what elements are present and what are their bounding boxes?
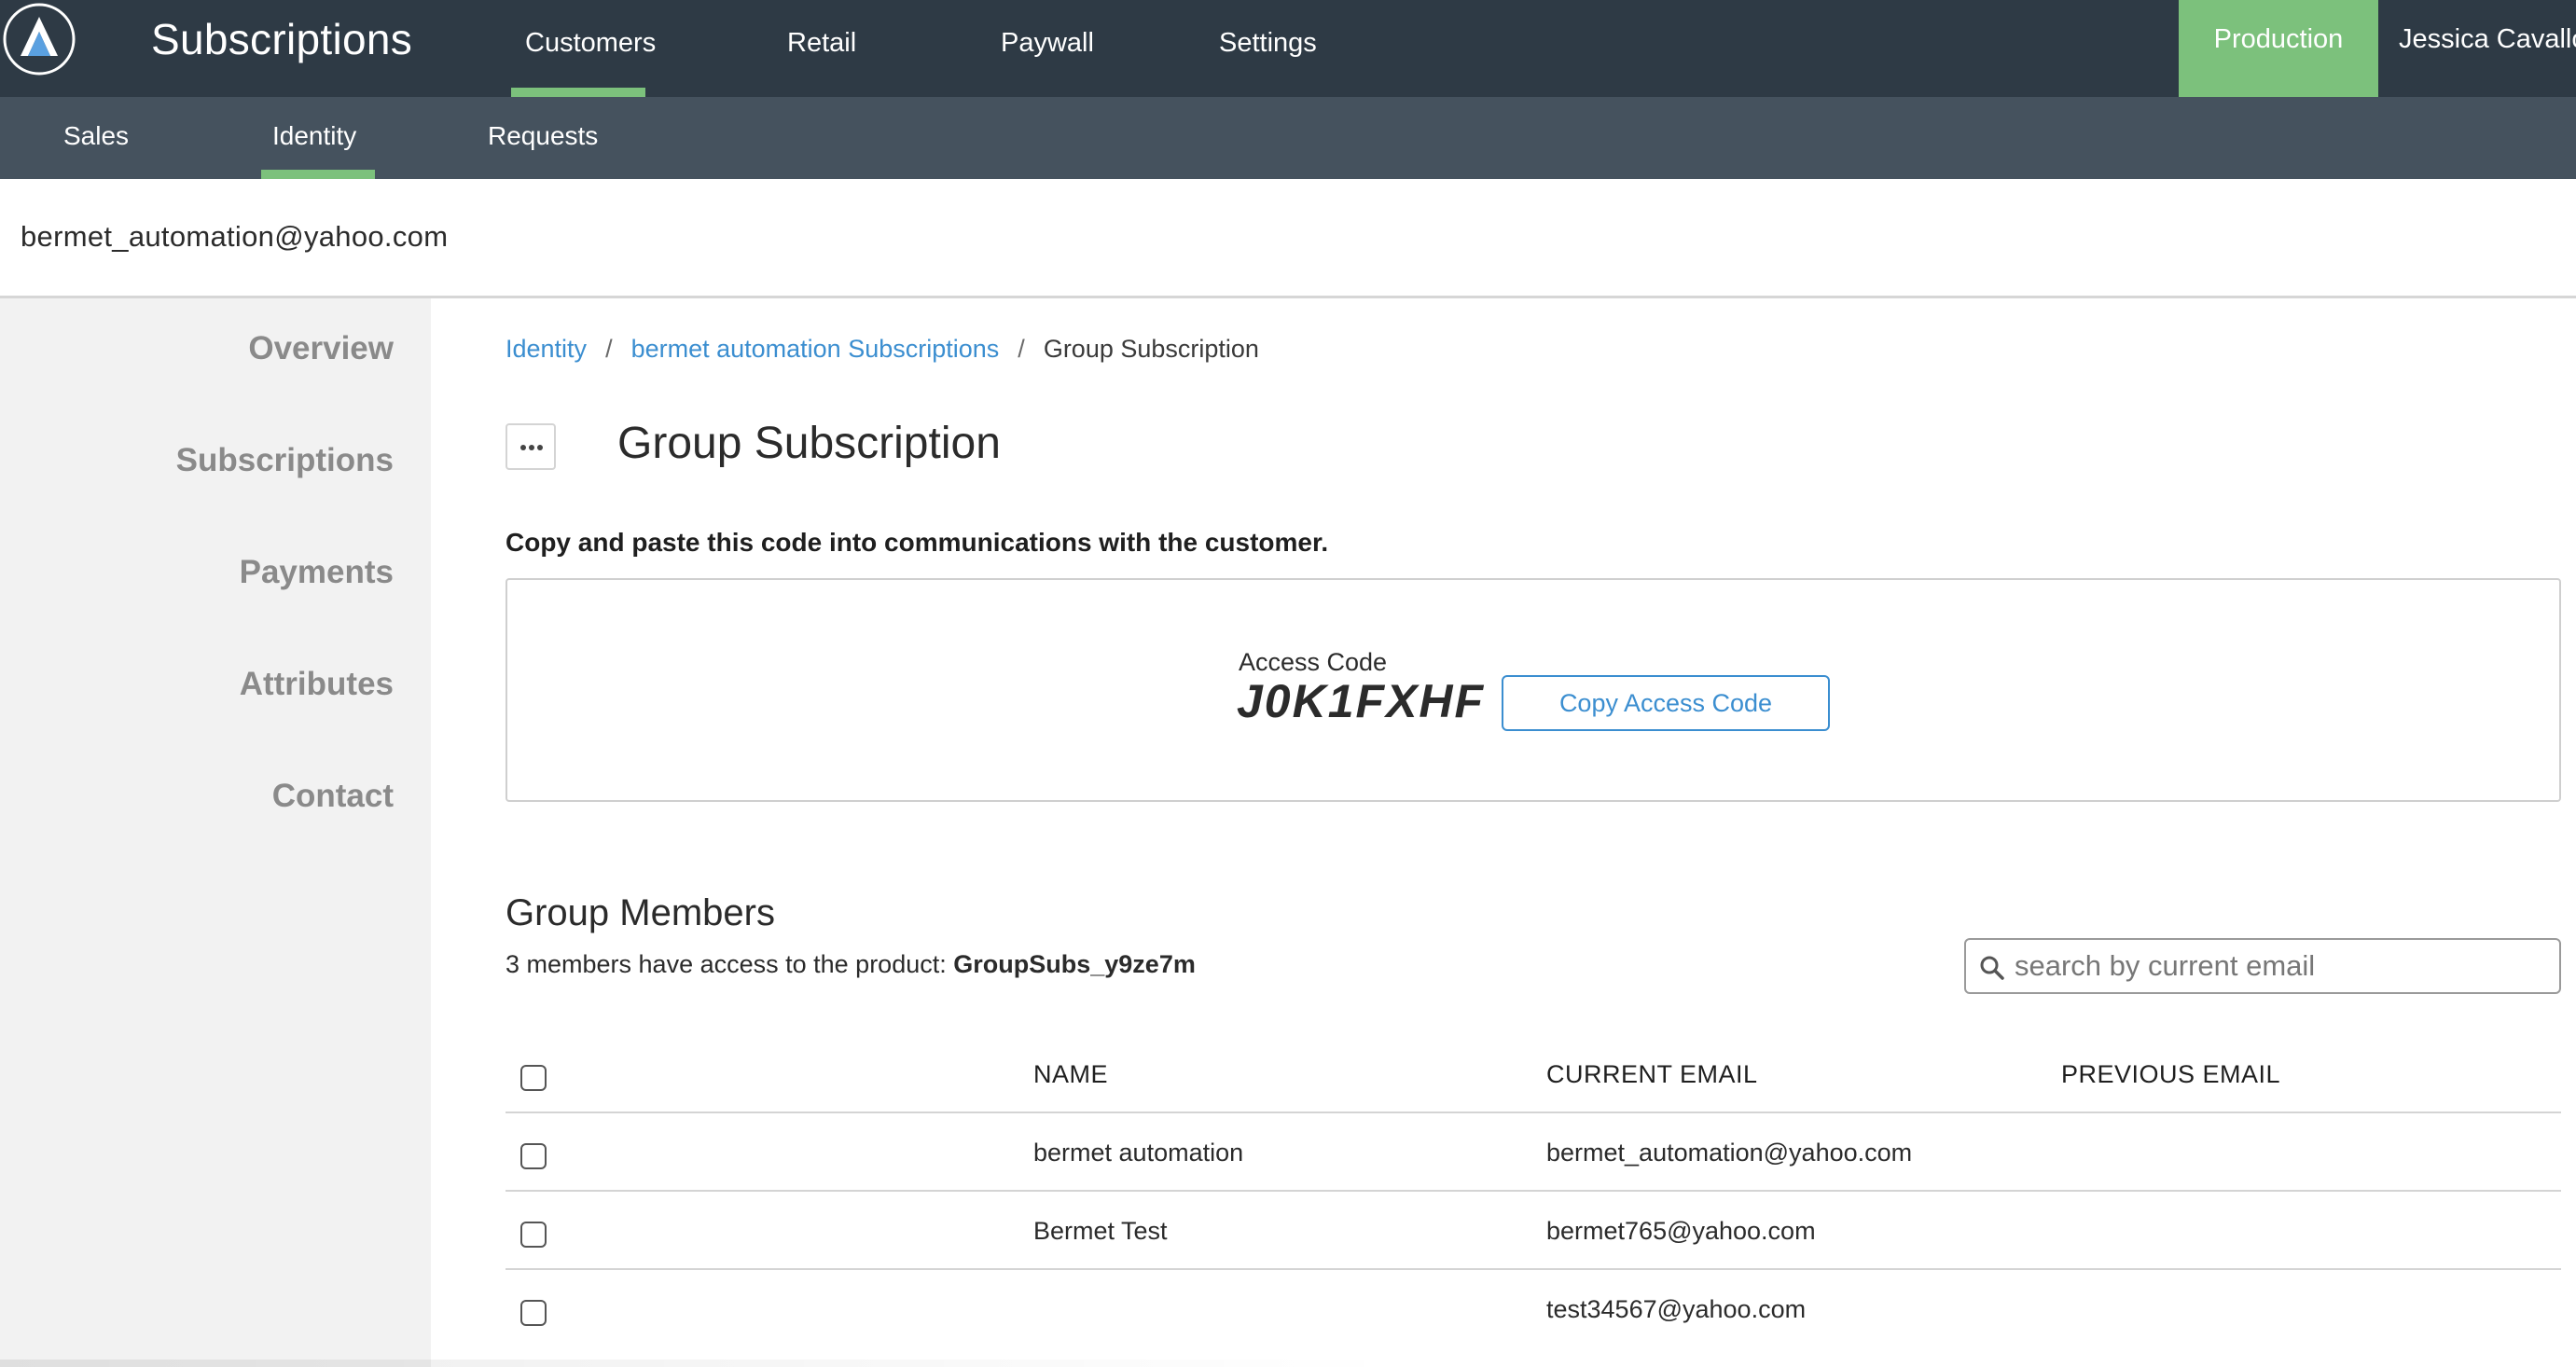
- column-header-current-email: CURRENT EMAIL: [1546, 1060, 1758, 1088]
- access-code-value: J0K1FXHF: [1237, 675, 1486, 727]
- table-row: Bermet Test bermet765@yahoo.com: [506, 1192, 2561, 1270]
- breadcrumb: Identity / bermet automation Subscriptions…: [506, 330, 1259, 367]
- table-row: bermet automation bermet_automation@yaho…: [506, 1113, 2561, 1192]
- row-checkbox[interactable]: [520, 1222, 547, 1248]
- table-row: test34567@yahoo.com: [506, 1270, 2561, 1348]
- sidebar-item-contact[interactable]: Contact: [272, 774, 394, 819]
- user-menu[interactable]: Jessica Cavallo: [2399, 19, 2576, 60]
- column-header-previous-email: PREVIOUS EMAIL: [2061, 1060, 2281, 1088]
- topnav-customers[interactable]: Customers: [525, 24, 656, 62]
- access-code-panel: Access Code J0K1FXHF Copy Access Code: [506, 578, 2561, 802]
- group-members-title: Group Members: [506, 892, 775, 933]
- search-icon: [1980, 956, 2004, 980]
- select-all-checkbox[interactable]: [520, 1065, 547, 1091]
- sidebar-item-attributes[interactable]: Attributes: [240, 662, 394, 707]
- access-code-instruction: Copy and paste this code into communicat…: [506, 528, 1329, 557]
- top-navigation-bar: Subscriptions Customers Retail Paywall S…: [0, 0, 2576, 97]
- sidebar-item-subscriptions[interactable]: Subscriptions: [176, 438, 394, 483]
- breadcrumb-identity[interactable]: Identity: [506, 335, 587, 363]
- member-current-email: bermet765@yahoo.com: [1546, 1217, 1816, 1245]
- ellipsis-icon: [520, 445, 543, 450]
- members-table: NAME CURRENT EMAIL PREVIOUS EMAIL bermet…: [506, 1035, 2561, 1348]
- window-edge-shadow: [0, 1360, 1399, 1367]
- subnav-identity[interactable]: Identity: [272, 117, 356, 155]
- table-header-row: NAME CURRENT EMAIL PREVIOUS EMAIL: [506, 1035, 2561, 1113]
- group-product-name: GroupSubs_y9ze7m: [953, 950, 1196, 978]
- topnav-retail[interactable]: Retail: [787, 24, 856, 62]
- copy-access-code-button[interactable]: Copy Access Code: [1502, 675, 1830, 731]
- member-name: bermet automation: [1033, 1139, 1244, 1167]
- column-header-name: NAME: [1033, 1060, 1109, 1088]
- member-current-email: test34567@yahoo.com: [1546, 1295, 1807, 1323]
- group-members-summary-text: 3 members have access to the product:: [506, 950, 947, 978]
- row-checkbox[interactable]: [520, 1300, 547, 1326]
- member-name: Bermet Test: [1033, 1217, 1168, 1245]
- sidebar-item-payments[interactable]: Payments: [240, 550, 394, 595]
- breadcrumb-current: Group Subscription: [1043, 335, 1259, 363]
- subnav-active-indicator: [261, 170, 375, 179]
- topnav-settings[interactable]: Settings: [1219, 24, 1317, 62]
- sidebar: Overview Subscriptions Payments Attribut…: [0, 298, 431, 1367]
- member-current-email: bermet_automation@yahoo.com: [1546, 1139, 1913, 1167]
- topnav-paywall[interactable]: Paywall: [1001, 24, 1094, 62]
- identity-email: bermet_automation@yahoo.com: [21, 220, 449, 253]
- more-actions-button[interactable]: [506, 423, 556, 470]
- topnav-active-indicator: [511, 88, 645, 97]
- subnav-requests[interactable]: Requests: [488, 117, 598, 155]
- environment-button[interactable]: Production: [2179, 0, 2378, 97]
- search-input[interactable]: [2013, 944, 2554, 988]
- breadcrumb-separator: /: [605, 335, 613, 363]
- row-checkbox[interactable]: [520, 1143, 547, 1169]
- member-search: [1964, 938, 2561, 994]
- page-title: Group Subscription: [617, 419, 1001, 468]
- sub-navigation-bar: [0, 97, 2576, 179]
- breadcrumb-separator: /: [1018, 335, 1025, 363]
- sidebar-item-overview[interactable]: Overview: [248, 326, 394, 371]
- app-title: Subscriptions: [151, 15, 413, 63]
- group-members-summary: 3 members have access to the product: Gr…: [506, 946, 1196, 983]
- brand-logo-icon[interactable]: [2, 2, 76, 76]
- breadcrumb-subscriptions[interactable]: bermet automation Subscriptions: [631, 335, 1000, 363]
- identity-header: bermet_automation@yahoo.com: [0, 179, 2576, 298]
- subnav-sales[interactable]: Sales: [63, 117, 129, 155]
